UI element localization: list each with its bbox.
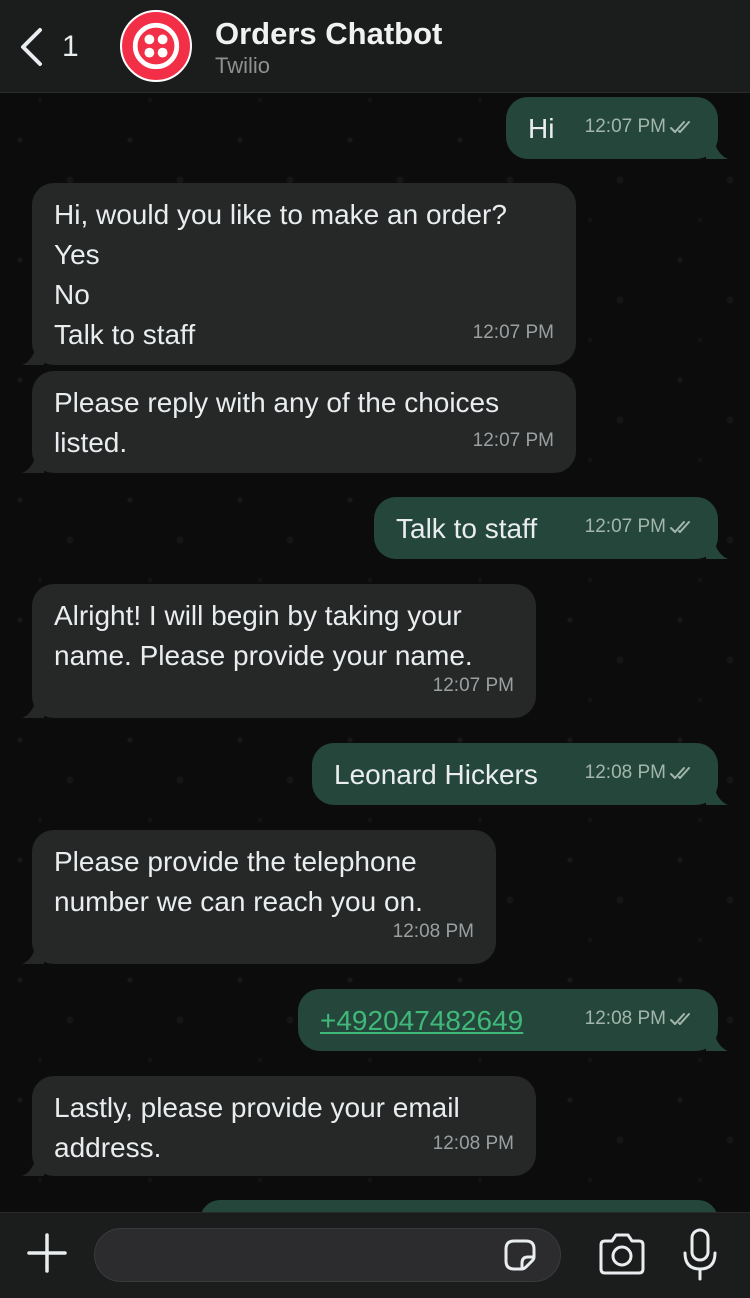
- bubble-tail: [706, 141, 728, 159]
- avatar[interactable]: [120, 10, 192, 82]
- message-time: 12:07 PM: [584, 116, 666, 137]
- bubble-tail: [22, 347, 44, 365]
- message-time: 12:07 PM: [584, 516, 666, 537]
- message-bubble-outgoing[interactable]: +492047482649 12:08 PM: [298, 989, 728, 1051]
- message-composer: [0, 1212, 750, 1298]
- message-timestamp: 12:08 PM: [585, 753, 696, 793]
- microphone-icon[interactable]: [682, 1227, 718, 1283]
- back-button[interactable]: 1: [18, 25, 88, 69]
- chevron-left-icon: [21, 28, 42, 66]
- bubble-tail: [22, 700, 44, 718]
- message-bubble-incoming[interactable]: Please provide the telephone number we c…: [22, 830, 496, 964]
- message-timestamp: 12:07 PM: [585, 107, 696, 147]
- message-time: 12:07 PM: [472, 430, 554, 451]
- message-time: 12:07 PM: [432, 675, 514, 696]
- double-check-icon: [670, 1013, 690, 1025]
- message-timestamp: 12:08 PM: [585, 999, 696, 1039]
- message-time: 12:08 PM: [584, 1008, 666, 1029]
- chat-header: 1 Orders Chatbot Twilio: [0, 0, 750, 93]
- bubble-tail: [22, 1158, 44, 1176]
- camera-icon[interactable]: [597, 1231, 647, 1277]
- message-time: 12:07 PM: [472, 322, 554, 343]
- chat-title[interactable]: Orders Chatbot: [215, 16, 442, 52]
- chat-subtitle: Twilio: [215, 53, 271, 78]
- bubble-tail: [706, 787, 728, 805]
- message-bubble-incoming[interactable]: Lastly, please provide your email addres…: [22, 1076, 536, 1176]
- message-input[interactable]: [94, 1228, 561, 1282]
- message-text: No: [54, 279, 90, 310]
- message-text: Alright! I will begin by taking your: [54, 600, 462, 631]
- message-time: 12:08 PM: [432, 1133, 514, 1154]
- bubble-tail: [706, 1033, 728, 1051]
- message-bubble-incoming[interactable]: Hi, would you like to make an order? Yes…: [22, 183, 576, 365]
- message-text: Lastly, please provide your email: [54, 1092, 460, 1123]
- message-text: Please reply with any of the choices: [54, 387, 500, 418]
- double-check-icon: [670, 121, 690, 133]
- bubble-tail: [22, 455, 44, 473]
- twilio-logo-icon: [132, 22, 180, 70]
- double-check-icon: [670, 521, 690, 533]
- message-time: 12:08 PM: [392, 921, 474, 942]
- message-text: Hi, would you like to make an order?: [54, 199, 507, 230]
- message-bubble-incoming[interactable]: Please reply with any of the choices lis…: [22, 371, 576, 473]
- message-bubble-outgoing[interactable]: Leonard Hickers 12:08 PM: [312, 743, 728, 805]
- message-time: 12:08 PM: [584, 762, 666, 783]
- message-bubble-outgoing[interactable]: Talk to staff 12:07 PM: [374, 497, 728, 559]
- double-check-icon: [670, 767, 690, 779]
- bubble-tail: [22, 946, 44, 964]
- message-timestamp: 12:07 PM: [585, 507, 696, 547]
- message-text: Yes: [54, 239, 100, 270]
- unread-count: 1: [62, 30, 79, 63]
- plus-icon[interactable]: [25, 1231, 69, 1275]
- message-bubble-incoming[interactable]: Alright! I will begin by taking your nam…: [22, 584, 536, 718]
- bubble-tail: [706, 541, 728, 559]
- message-bubble-outgoing[interactable]: Hi 12:07 PM: [506, 97, 728, 159]
- message-text: Please provide the telephone: [54, 846, 417, 877]
- sticker-icon[interactable]: [500, 1235, 540, 1275]
